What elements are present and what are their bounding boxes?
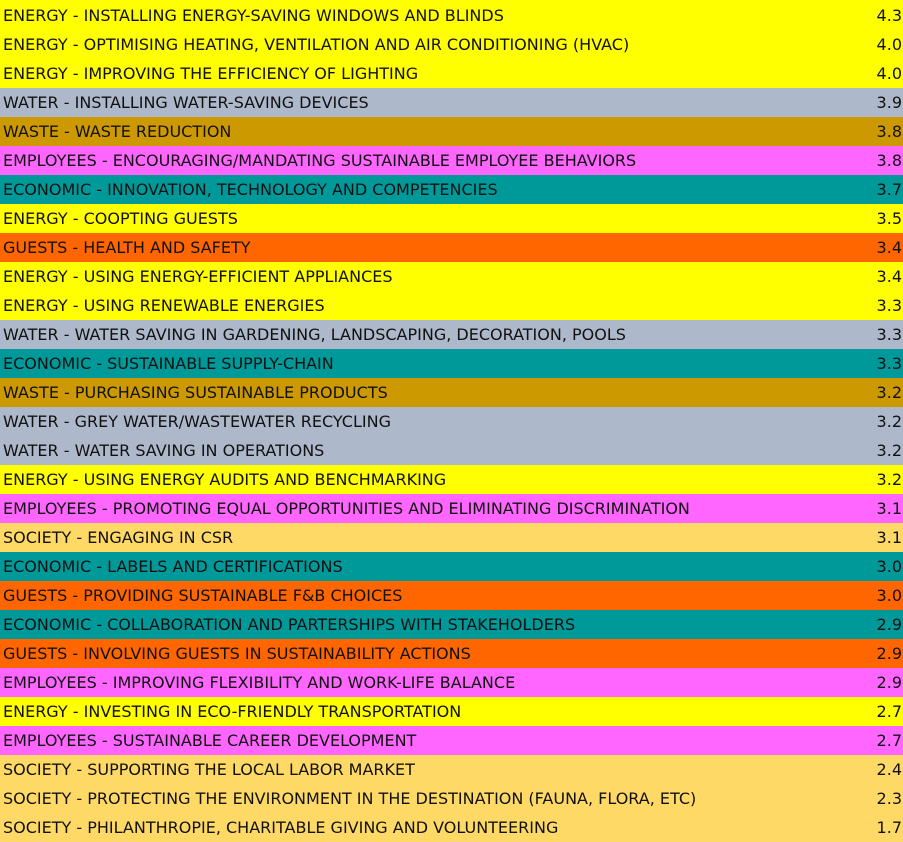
- table-row: ENERGY - IMPROVING THE EFFICIENCY OF LIG…: [0, 59, 903, 88]
- row-value: 2.9: [876, 615, 902, 634]
- row-value: 3.8: [876, 122, 902, 141]
- row-label: WASTE - WASTE REDUCTION: [3, 122, 232, 141]
- row-value: 4.3: [876, 5, 902, 25]
- row-label: ENERGY - IMPROVING THE EFFICIENCY OF LIG…: [3, 64, 419, 83]
- table-row: EMPLOYEES - PROMOTING EQUAL OPPORTUNITIE…: [0, 494, 903, 523]
- row-label: ENERGY - COOPTING GUESTS: [3, 209, 238, 228]
- row-value: 3.9: [876, 93, 902, 112]
- table-row: ENERGY - USING RENEWABLE ENERGIES 3.3: [0, 291, 903, 320]
- row-label: SOCIETY - PROTECTING THE ENVIRONMENT IN …: [3, 789, 697, 808]
- table-row: ENERGY - INVESTING IN ECO-FRIENDLY TRANS…: [0, 697, 903, 726]
- row-label: WATER - GREY WATER/WASTEWATER RECYCLING: [3, 412, 391, 431]
- row-value: 2.9: [876, 673, 902, 692]
- table-row: ECONOMIC - INNOVATION, TECHNOLOGY AND CO…: [0, 175, 903, 204]
- table-row: SOCIETY - PROTECTING THE ENVIRONMENT IN …: [0, 784, 903, 813]
- table-row: SOCIETY - ENGAGING IN CSR 3.1: [0, 523, 903, 552]
- row-label: GUESTS - HEALTH AND SAFETY: [3, 238, 251, 257]
- row-label: EMPLOYEES - IMPROVING FLEXIBILITY AND WO…: [3, 673, 516, 692]
- table-row: SOCIETY - PHILANTHROPIE, CHARITABLE GIVI…: [0, 813, 903, 842]
- row-value: 3.8: [876, 151, 902, 170]
- row-label: SOCIETY - ENGAGING IN CSR: [3, 528, 234, 547]
- row-value: 4.0: [876, 35, 902, 54]
- row-label: ENERGY - USING ENERGY-EFFICIENT APPLIANC…: [3, 267, 393, 286]
- table-row: ECONOMIC - COLLABORATION AND PARTERSHIPS…: [0, 610, 903, 639]
- row-value: 3.4: [876, 267, 902, 286]
- table-row: WATER - GREY WATER/WASTEWATER RECYCLING 3…: [0, 407, 903, 436]
- row-label: ECONOMIC - COLLABORATION AND PARTERSHIPS…: [3, 615, 576, 634]
- row-value: 3.0: [876, 557, 902, 576]
- row-label: ENERGY - INVESTING IN ECO-FRIENDLY TRANS…: [3, 702, 462, 721]
- row-value: 3.7: [876, 180, 902, 199]
- table-row: EMPLOYEES - IMPROVING FLEXIBILITY AND WO…: [0, 668, 903, 697]
- table-row: ECONOMIC - LABELS AND CERTIFICATIONS 3.0: [0, 552, 903, 581]
- row-label: SOCIETY - SUPPORTING THE LOCAL LABOR MAR…: [3, 760, 415, 779]
- table-row: EMPLOYEES - SUSTAINABLE CAREER DEVELOPME…: [0, 726, 903, 755]
- row-label: EMPLOYEES - ENCOURAGING/MANDATING SUSTAI…: [3, 151, 637, 170]
- row-label: ECONOMIC - LABELS AND CERTIFICATIONS: [3, 557, 343, 576]
- table-row: GUESTS - PROVIDING SUSTAINABLE F&B CHOIC…: [0, 581, 903, 610]
- row-value: 1.7: [876, 818, 902, 837]
- table-row: WASTE - PURCHASING SUSTAINABLE PRODUCTS 3…: [0, 378, 903, 407]
- row-value: 3.4: [876, 238, 902, 257]
- row-label: WATER - WATER SAVING IN OPERATIONS: [3, 441, 325, 460]
- row-value: 2.3: [876, 789, 902, 808]
- row-label: ENERGY - USING ENERGY AUDITS AND BENCHMA…: [3, 470, 447, 489]
- row-value: 3.3: [876, 296, 902, 315]
- row-label: EMPLOYEES - PROMOTING EQUAL OPPORTUNITIE…: [3, 499, 690, 518]
- row-value: 2.4: [876, 760, 902, 779]
- row-label: WATER - INSTALLING WATER-SAVING DEVICES: [3, 93, 369, 112]
- row-label: ECONOMIC - SUSTAINABLE SUPPLY-CHAIN: [3, 354, 334, 373]
- row-label: WATER - WATER SAVING IN GARDENING, LANDS…: [3, 325, 626, 344]
- row-value: 3.3: [876, 325, 902, 344]
- table-row: ENERGY - OPTIMISING HEATING, VENTILATION…: [0, 30, 903, 59]
- row-value: 3.2: [876, 441, 902, 460]
- table-row: WATER - INSTALLING WATER-SAVING DEVICES 3…: [0, 88, 903, 117]
- row-value: 3.3: [876, 354, 902, 373]
- table-row: GUESTS - INVOLVING GUESTS IN SUSTAINABIL…: [0, 639, 903, 668]
- row-value: 3.2: [876, 383, 902, 402]
- table-row: WATER - WATER SAVING IN GARDENING, LANDS…: [0, 320, 903, 349]
- table-row: GUESTS - HEALTH AND SAFETY 3.4: [0, 233, 903, 262]
- table-row: WASTE - WASTE REDUCTION 3.8: [0, 117, 903, 146]
- row-value: 2.7: [876, 702, 902, 721]
- row-value: 3.1: [876, 499, 902, 518]
- table-row: ENERGY - USING ENERGY-EFFICIENT APPLIANC…: [0, 262, 903, 291]
- row-label: ENERGY - OPTIMISING HEATING, VENTILATION…: [3, 35, 630, 54]
- table-row: SOCIETY - SUPPORTING THE LOCAL LABOR MAR…: [0, 755, 903, 784]
- row-value: 3.2: [876, 412, 902, 431]
- row-label: WASTE - PURCHASING SUSTAINABLE PRODUCTS: [3, 383, 388, 402]
- table-row: EMPLOYEES - ENCOURAGING/MANDATING SUSTAI…: [0, 146, 903, 175]
- row-value: 4.0: [876, 64, 902, 83]
- row-label: ENERGY - USING RENEWABLE ENERGIES: [3, 296, 325, 315]
- row-label: ECONOMIC - INNOVATION, TECHNOLOGY AND CO…: [3, 180, 498, 199]
- row-label: GUESTS - INVOLVING GUESTS IN SUSTAINABIL…: [3, 644, 471, 663]
- row-label: GUESTS - PROVIDING SUSTAINABLE F&B CHOIC…: [3, 586, 403, 605]
- row-label: SOCIETY - PHILANTHROPIE, CHARITABLE GIVI…: [3, 818, 559, 837]
- row-label: EMPLOYEES - SUSTAINABLE CAREER DEVELOPME…: [3, 731, 417, 750]
- table-row: ENERGY - INSTALLING ENERGY-SAVING WINDOW…: [0, 0, 903, 30]
- table-body: ENERGY - INSTALLING ENERGY-SAVING WINDOW…: [0, 0, 903, 842]
- row-value: 2.7: [876, 731, 902, 750]
- table-row: ENERGY - USING ENERGY AUDITS AND BENCHMA…: [0, 465, 903, 494]
- practices-table: ENERGY - INSTALLING ENERGY-SAVING WINDOW…: [0, 0, 903, 842]
- row-value: 2.9: [876, 644, 902, 663]
- table-row: WATER - WATER SAVING IN OPERATIONS 3.2: [0, 436, 903, 465]
- row-value: 3.5: [876, 209, 902, 228]
- table-row: ENERGY - COOPTING GUESTS 3.5: [0, 204, 903, 233]
- table-row: ECONOMIC - SUSTAINABLE SUPPLY-CHAIN 3.3: [0, 349, 903, 378]
- row-value: 3.2: [876, 470, 902, 489]
- row-value: 3.0: [876, 586, 902, 605]
- row-value: 3.1: [876, 528, 902, 547]
- row-label: ENERGY - INSTALLING ENERGY-SAVING WINDOW…: [3, 5, 504, 25]
